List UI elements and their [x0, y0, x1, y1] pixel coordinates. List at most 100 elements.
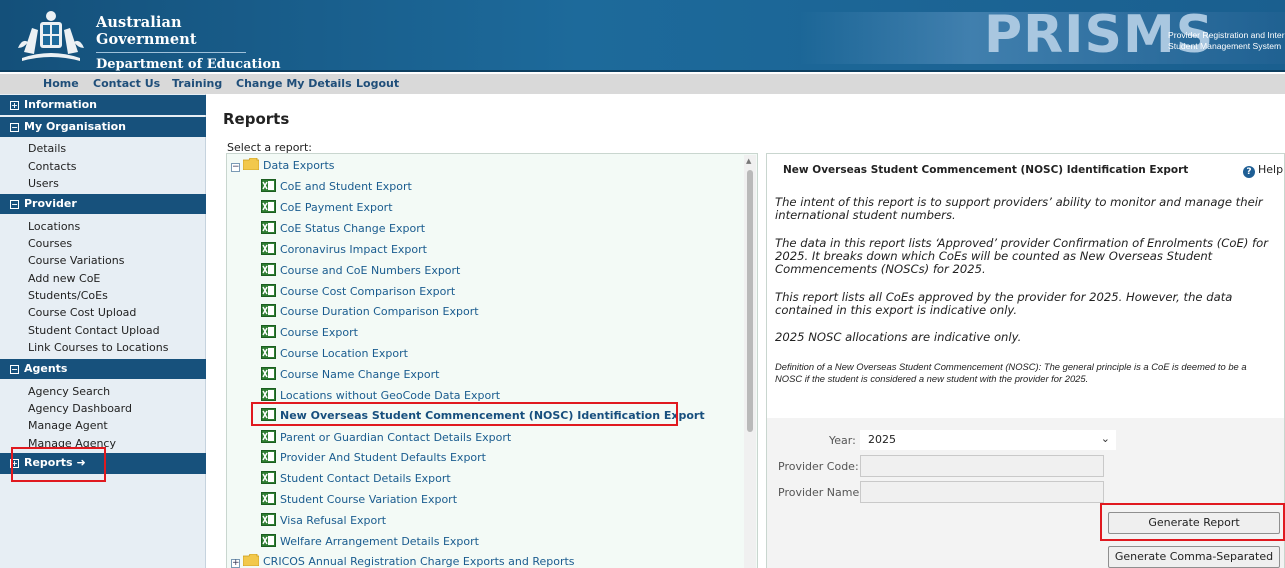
gov-line-2: Department of Education — [96, 57, 281, 72]
sidebar-item-course-variations[interactable]: Course Variations — [28, 254, 124, 267]
tree-item[interactable]: CoE Payment Export — [261, 200, 393, 214]
report-title: New Overseas Student Commencement (NOSC)… — [783, 164, 1189, 176]
brand-sub-line-2: Student Management System — [1168, 41, 1282, 51]
sidebar-item-courses[interactable]: Courses — [28, 237, 72, 250]
excel-file-icon — [261, 367, 276, 380]
tree-item-label: Student Contact Details Export — [280, 472, 451, 485]
sidebar-section-my-organisation[interactable]: − My Organisation — [0, 117, 206, 137]
scrollbar-thumb[interactable] — [747, 170, 753, 432]
tree-item-label: Course Export — [280, 326, 358, 339]
tree-item[interactable]: Welfare Arrangement Details Export — [261, 534, 479, 548]
tree-item[interactable]: Course and CoE Numbers Export — [261, 263, 460, 277]
sidebar-item-agency-dashboard[interactable]: Agency Dashboard — [28, 402, 132, 415]
collapse-icon: − — [10, 123, 19, 132]
help-icon: ? — [1243, 166, 1255, 178]
section-label: Information — [24, 98, 97, 111]
tree-folder-data-exports[interactable]: − Data Exports — [231, 158, 335, 172]
folder-label: Data Exports — [263, 159, 335, 172]
tree-item[interactable]: Course Name Change Export — [261, 367, 439, 381]
tree-item-label: Visa Refusal Export — [280, 514, 387, 527]
nav-home[interactable]: Home — [43, 77, 79, 90]
folder-icon — [243, 554, 259, 566]
tree-item[interactable]: Student Contact Details Export — [261, 471, 451, 485]
excel-file-icon — [261, 492, 276, 505]
provider-name-field[interactable] — [860, 481, 1104, 503]
sidebar-item-add-new-coe[interactable]: Add new CoE — [28, 272, 100, 285]
tree-item[interactable]: Visa Refusal Export — [261, 513, 386, 527]
generate-csv-button[interactable]: Generate Comma-Separated — [1108, 546, 1280, 568]
nav-change-my-details[interactable]: Change My Details — [236, 77, 352, 90]
tree-item-label: CoE Status Change Export — [280, 222, 426, 235]
sidebar-item-link-courses[interactable]: Link Courses to Locations — [28, 341, 168, 354]
tree-item-label: Locations without GeoCode Data Export — [280, 389, 501, 402]
sidebar-item-manage-agent[interactable]: Manage Agent — [28, 419, 108, 432]
sidebar-item-course-cost-upload[interactable]: Course Cost Upload — [28, 306, 136, 319]
section-label: Provider — [24, 197, 77, 210]
tree-item-label: Course and CoE Numbers Export — [280, 264, 461, 277]
top-navigation: Home Contact Us Training Change My Detai… — [0, 74, 1285, 94]
help-link[interactable]: ? Help — [1243, 163, 1283, 178]
excel-file-icon — [261, 200, 276, 213]
description-data: The data in this report lists ‘Approved’… — [775, 236, 1268, 276]
tree-item[interactable]: Provider And Student Defaults Export — [261, 450, 486, 464]
provider-code-field[interactable] — [860, 455, 1104, 477]
page-title: Reports — [223, 110, 290, 128]
collapse-icon: − — [10, 200, 19, 209]
year-value: 2025 — [868, 433, 896, 446]
sidebar-section-information[interactable]: + Information — [0, 95, 206, 115]
tree-item[interactable]: Course Cost Comparison Export — [261, 284, 455, 298]
sidebar-item-students-coes[interactable]: Students/CoEs — [28, 289, 108, 302]
tree-item[interactable]: Student Course Variation Export — [261, 492, 457, 506]
excel-file-icon — [261, 513, 276, 526]
highlight-reports — [11, 447, 106, 482]
tree-item[interactable]: CoE Status Change Export — [261, 221, 425, 235]
excel-file-icon — [261, 471, 276, 484]
coat-of-arms-logo — [18, 11, 84, 61]
government-title: Australian Government Department of Educ… — [96, 14, 281, 72]
year-select[interactable]: 2025 ⌄ — [860, 430, 1116, 450]
sidebar-item-agency-search[interactable]: Agency Search — [28, 385, 110, 398]
sidebar-item-locations[interactable]: Locations — [28, 220, 80, 233]
prisms-window: Australian Government Department of Educ… — [0, 0, 1285, 568]
sidebar-section-provider[interactable]: − Provider — [0, 194, 206, 214]
excel-file-icon — [261, 304, 276, 317]
excel-file-icon — [261, 450, 276, 463]
collapse-icon: − — [231, 162, 240, 172]
nav-contact-us[interactable]: Contact Us — [93, 77, 160, 90]
tree-item[interactable]: Course Export — [261, 325, 358, 339]
tree-item-label: Course Duration Comparison Export — [280, 305, 479, 318]
tree-item[interactable]: Course Duration Comparison Export — [261, 304, 479, 318]
chevron-down-icon: ⌄ — [1100, 432, 1110, 445]
provider-name-label: Provider Name: — [778, 486, 863, 499]
sidebar-item-details[interactable]: Details — [28, 142, 66, 155]
description-intent: The intent of this report is to support … — [775, 195, 1263, 222]
tree-item[interactable]: Locations without GeoCode Data Export — [261, 388, 500, 402]
excel-file-icon — [261, 325, 276, 338]
sidebar-item-contacts[interactable]: Contacts — [28, 160, 77, 173]
nav-training[interactable]: Training — [172, 77, 222, 90]
tree-item-label: Provider And Student Defaults Export — [280, 451, 486, 464]
excel-file-icon — [261, 346, 276, 359]
tree-item-label: Course Cost Comparison Export — [280, 285, 456, 298]
description-indicative: 2025 NOSC allocations are indicative onl… — [775, 330, 1022, 344]
sidebar-item-student-contact-upload[interactable]: Student Contact Upload — [28, 324, 160, 337]
site-header: Australian Government Department of Educ… — [0, 0, 1285, 72]
tree-item[interactable]: CoE and Student Export — [261, 179, 412, 193]
excel-file-icon — [261, 221, 276, 234]
tree-item[interactable]: Course Location Export — [261, 346, 408, 360]
tree-item-label: CoE Payment Export — [280, 201, 393, 214]
nav-logout[interactable]: Logout — [356, 77, 399, 90]
sidebar-item-users[interactable]: Users — [28, 177, 59, 190]
section-label: Agents — [24, 362, 68, 375]
brand-sub-line-1: Provider Registration and Internat — [1168, 30, 1285, 40]
tree-folder-cricos[interactable]: + CRICOS Annual Registration Charge Expor… — [231, 554, 575, 568]
expand-icon: + — [231, 558, 240, 568]
folder-label: CRICOS Annual Registration Charge Export… — [263, 555, 575, 568]
folder-icon — [243, 158, 259, 170]
scroll-up-icon[interactable]: ▲ — [746, 157, 751, 165]
tree-item[interactable]: Parent or Guardian Contact Details Expor… — [261, 430, 511, 444]
tree-item[interactable]: Coronavirus Impact Export — [261, 242, 427, 256]
help-label: Help — [1258, 163, 1284, 176]
sidebar-section-agents[interactable]: − Agents — [0, 359, 206, 379]
tree-item-label: Coronavirus Impact Export — [280, 243, 427, 256]
